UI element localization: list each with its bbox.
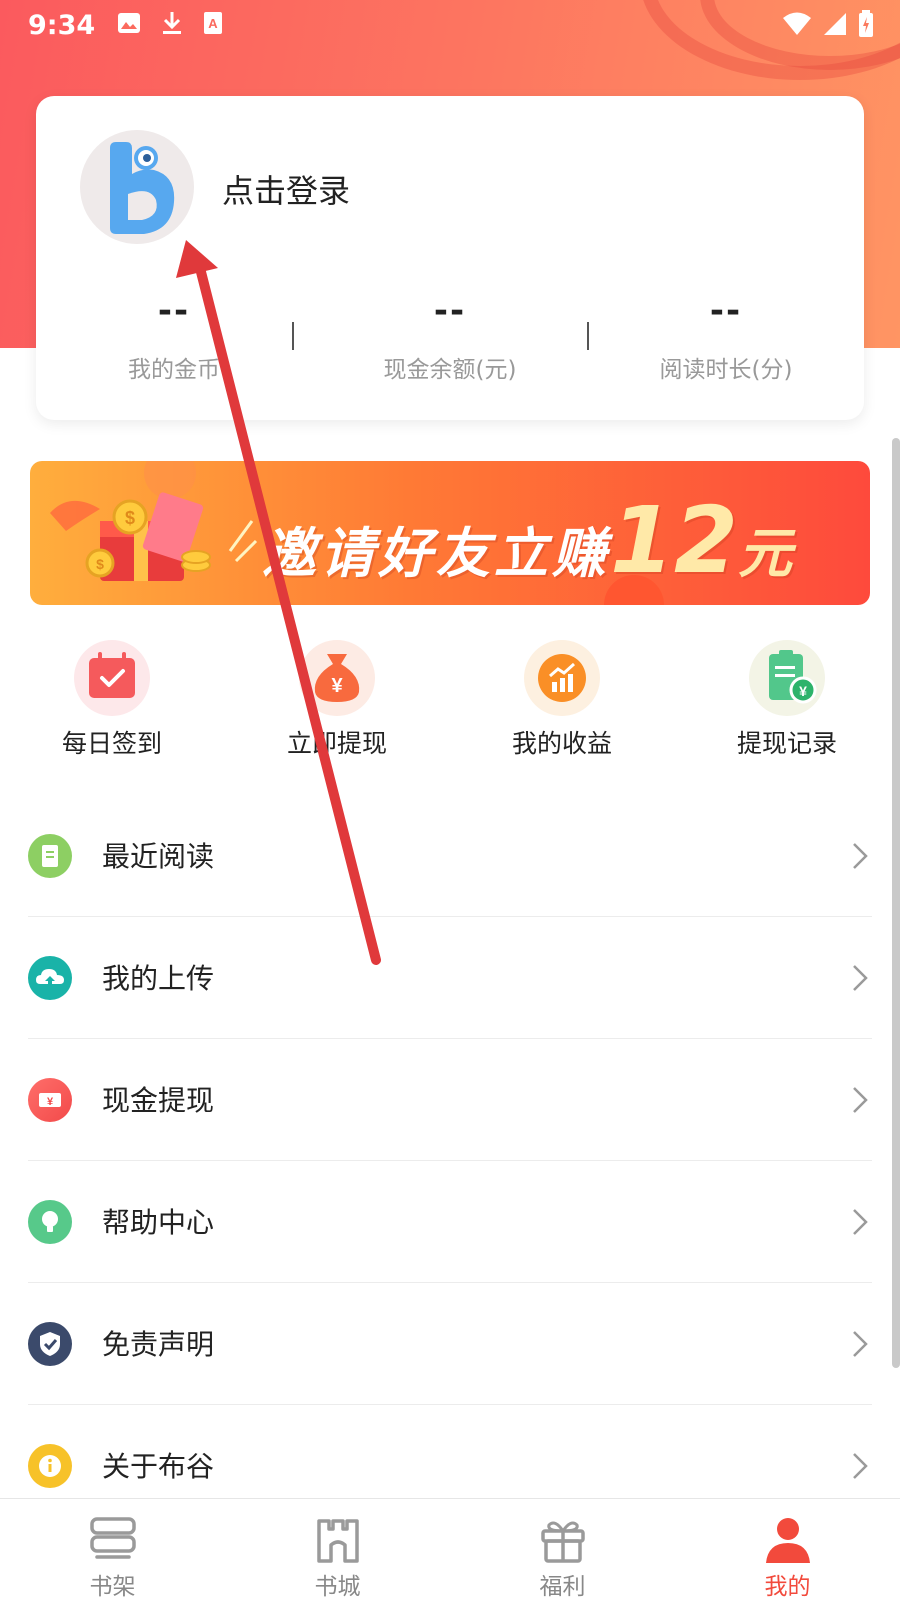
clipboard-yen-icon: ¥: [749, 640, 825, 716]
quick-action-my-earnings[interactable]: 我的收益: [482, 640, 642, 760]
chevron-right-icon: [853, 1087, 868, 1113]
status-time: 9:34: [28, 9, 96, 41]
status-bar: 9:34 A: [0, 0, 900, 50]
stat-value: --: [157, 291, 191, 331]
invite-banner[interactable]: $ $ 邀请好友立赚12元: [30, 461, 870, 605]
battery-icon: [858, 10, 874, 42]
menu-item-label: 最近阅读: [102, 840, 215, 873]
chevron-right-icon: [853, 1209, 868, 1235]
calendar-check-icon: [74, 640, 150, 716]
stat-cash-balance[interactable]: -- 现金余额(元): [312, 286, 588, 396]
banner-unit: 元: [738, 522, 797, 585]
gift-box-illustration-icon: $ $: [50, 461, 258, 581]
stat-label: 现金余额(元): [383, 357, 517, 383]
banner-amount: 12: [610, 487, 739, 594]
avatar[interactable]: [80, 130, 194, 244]
quick-action-withdraw[interactable]: ¥ 立即提现: [257, 640, 417, 760]
menu-item-cash-withdraw[interactable]: ¥ 现金提现: [0, 1039, 900, 1161]
text-notification-icon: A: [203, 11, 223, 39]
signal-icon: [822, 11, 848, 41]
wifi-icon: [782, 11, 812, 41]
bottom-tab-bar: 书架 书城 福利 我的: [0, 1498, 900, 1600]
stat-value: --: [433, 291, 467, 331]
chevron-right-icon: [853, 965, 868, 991]
menu-item-label: 关于布谷: [102, 1450, 215, 1483]
banner-text: 邀请好友立赚: [262, 522, 610, 585]
svg-text:A: A: [208, 16, 218, 31]
menu-item-label: 免责声明: [102, 1328, 215, 1361]
stat-divider: [587, 322, 589, 350]
quick-action-label: 我的收益: [511, 729, 612, 758]
login-prompt[interactable]: 点击登录: [222, 166, 350, 212]
shield-check-icon: [28, 1322, 72, 1366]
menu-item-help-center[interactable]: 帮助中心: [0, 1161, 900, 1283]
tab-label: 福利: [539, 1574, 586, 1600]
tab-label: 我的: [764, 1574, 811, 1600]
tab-label: 书架: [89, 1574, 136, 1600]
chart-up-icon: [524, 640, 600, 716]
svg-text:¥: ¥: [47, 1096, 54, 1108]
menu-list: 最近阅读 我的上传 ¥ 现金提现 帮助中心 免责声明 关于布谷: [0, 795, 900, 1527]
quick-action-label: 每日签到: [61, 729, 162, 758]
chevron-right-icon: [853, 1331, 868, 1357]
quick-action-withdraw-history[interactable]: ¥ 提现记录: [707, 640, 867, 760]
image-notification-icon: [117, 12, 141, 38]
profile-card: 点击登录 -- 我的金币 -- 现金余额(元) -- 阅读时长(分): [36, 96, 864, 420]
cash-ticket-icon: ¥: [28, 1078, 72, 1122]
menu-item-label: 我的上传: [102, 962, 215, 995]
quick-action-daily-checkin[interactable]: 每日签到: [32, 640, 192, 760]
quick-action-label: 立即提现: [286, 729, 387, 758]
stat-value: --: [709, 291, 743, 331]
stat-label: 我的金币: [128, 357, 220, 383]
menu-item-disclaimer[interactable]: 免责声明: [0, 1283, 900, 1405]
stat-coins[interactable]: -- 我的金币: [36, 286, 312, 396]
stat-divider: [292, 322, 294, 350]
svg-text:$: $: [125, 508, 135, 528]
quick-action-label: 提现记录: [736, 729, 837, 758]
stat-reading-time[interactable]: -- 阅读时长(分): [588, 286, 864, 396]
scrollbar-thumb[interactable]: [892, 438, 900, 1368]
app-logo-icon: [110, 142, 175, 234]
chevron-right-icon: [853, 1453, 868, 1479]
svg-text:¥: ¥: [799, 683, 807, 699]
tab-book-city[interactable]: 书城: [225, 1499, 450, 1600]
book-city-icon: [316, 1519, 359, 1563]
bookshelf-icon: [89, 1517, 136, 1559]
stat-label: 阅读时长(分): [659, 357, 793, 383]
recent-reading-icon: [28, 834, 72, 878]
info-icon: [28, 1444, 72, 1488]
menu-item-my-uploads[interactable]: 我的上传: [0, 917, 900, 1039]
svg-text:¥: ¥: [331, 675, 343, 697]
tab-label: 书城: [314, 1574, 361, 1600]
tab-bookshelf[interactable]: 书架: [0, 1499, 225, 1600]
svg-text:$: $: [96, 556, 104, 572]
profile-icon: [765, 1518, 810, 1563]
menu-item-recent-reading[interactable]: 最近阅读: [0, 795, 900, 917]
lightbulb-icon: [28, 1200, 72, 1244]
tab-welfare[interactable]: 福利: [450, 1499, 675, 1600]
money-bag-icon: ¥: [299, 640, 375, 716]
menu-item-label: 帮助中心: [102, 1206, 215, 1239]
gift-icon: [540, 1521, 585, 1563]
chevron-right-icon: [853, 843, 868, 869]
quick-actions: 每日签到 ¥ 立即提现 我的收益 ¥ 提现记录: [0, 640, 900, 760]
cloud-upload-icon: [28, 956, 72, 1000]
stats-row: -- 我的金币 -- 现金余额(元) -- 阅读时长(分): [36, 286, 864, 396]
banner-title: 邀请好友立赚12元: [262, 487, 796, 594]
menu-item-label: 现金提现: [102, 1084, 215, 1117]
download-icon: [161, 10, 183, 40]
tab-profile[interactable]: 我的: [675, 1499, 900, 1600]
